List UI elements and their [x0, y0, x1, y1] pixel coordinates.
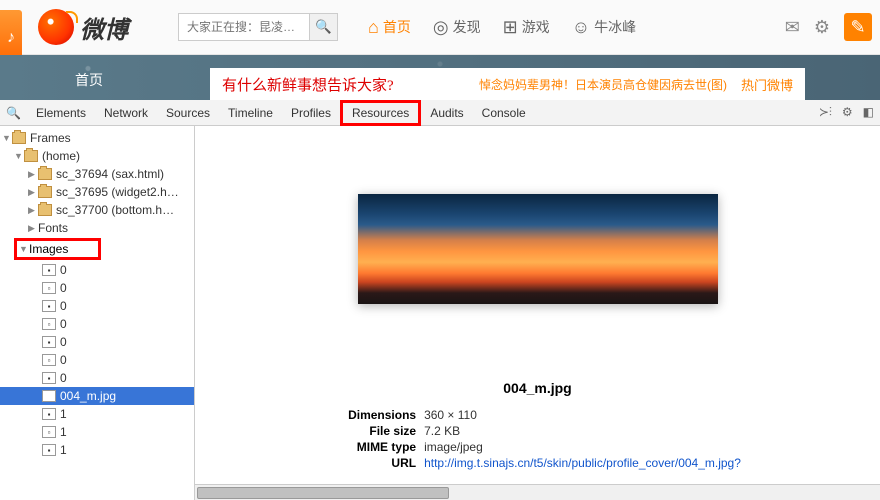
meta-value: image/jpeg: [424, 440, 483, 454]
tab-timeline[interactable]: Timeline: [219, 100, 282, 126]
settings-icon[interactable]: ⚙: [842, 105, 853, 120]
tab-resources[interactable]: Resources: [340, 100, 421, 126]
meta-url-link[interactable]: http://img.t.sinajs.cn/t5/skin/public/pr…: [424, 456, 741, 470]
tab-profiles[interactable]: Profiles: [282, 100, 340, 126]
header-actions: ✉ ⚙ ✎: [785, 13, 872, 41]
image-file-icon: ▭: [42, 390, 56, 402]
drawer-icon[interactable]: ≻⫶: [819, 105, 832, 120]
compose-prompt: 有什么新鲜事想告诉大家?: [222, 74, 394, 95]
search-button[interactable]: 🔍: [309, 14, 337, 40]
resources-tree: ▼Frames ▼(home) ▶sc_37694 (sax.html) ▶sc…: [0, 126, 195, 500]
discover-icon: ◎: [433, 17, 449, 38]
tree-image-selected[interactable]: ▭004_m.jpg: [0, 387, 194, 405]
devtools-controls: ≻⫶ ⚙ ◧: [819, 105, 874, 120]
tree-image-item[interactable]: ▪1: [0, 405, 194, 423]
search-input[interactable]: [179, 20, 309, 34]
tree-frames[interactable]: ▼Frames: [0, 129, 194, 147]
compose-button[interactable]: ✎: [844, 13, 872, 41]
tree-image-item[interactable]: ▪1: [0, 441, 194, 459]
mail-icon[interactable]: ✉: [785, 17, 800, 38]
image-file-icon: ▪: [42, 336, 56, 348]
weibo-logo-icon: [38, 9, 74, 45]
devtools-body: ▼Frames ▼(home) ▶sc_37694 (sax.html) ▶sc…: [0, 126, 880, 500]
image-file-icon: ▫: [42, 282, 56, 294]
hot-news-link[interactable]: 悼念妈妈辈男神！日本演员高仓健因病去世(图): [479, 76, 727, 93]
tree-image-item[interactable]: ▪0: [0, 297, 194, 315]
resource-preview: 004_m.jpg Dimensions360 × 110 File size7…: [195, 126, 880, 500]
meta-label: File size: [334, 424, 424, 438]
tab-sources[interactable]: Sources: [157, 100, 219, 126]
user-icon: ☺: [572, 17, 590, 38]
logo-text: 微博: [80, 10, 128, 45]
gear-icon[interactable]: ⚙: [814, 17, 830, 38]
tree-image-item[interactable]: ▫0: [0, 279, 194, 297]
tree-image-item[interactable]: ▫0: [0, 315, 194, 333]
image-metadata: 004_m.jpg Dimensions360 × 110 File size7…: [195, 372, 880, 484]
tree-image-item[interactable]: ▪0: [0, 333, 194, 351]
search-box: 🔍: [178, 13, 338, 41]
folder-icon: [38, 204, 52, 216]
tree-image-item[interactable]: ▫0: [0, 351, 194, 369]
tree-file[interactable]: ▶sc_37694 (sax.html): [0, 165, 194, 183]
tree-file[interactable]: ▶sc_37700 (bottom.h…: [0, 201, 194, 219]
banner-home-label[interactable]: 首页: [75, 70, 103, 90]
nav-discover[interactable]: ◎发现: [433, 17, 481, 38]
nav-user[interactable]: ☺牛冰峰: [572, 17, 636, 38]
image-file-icon: ▫: [42, 426, 56, 438]
dock-icon[interactable]: ◧: [863, 105, 874, 120]
image-file-icon: ▪: [42, 300, 56, 312]
meta-label: URL: [334, 456, 424, 470]
devtools-panel: 🔍 Elements Network Sources Timeline Prof…: [0, 100, 880, 500]
profile-banner: 首页 有什么新鲜事想告诉大家? 悼念妈妈辈男神！日本演员高仓健因病去世(图) 热…: [0, 55, 880, 100]
tree-image-item[interactable]: ▪0: [0, 369, 194, 387]
image-file-icon: ▫: [42, 354, 56, 366]
meta-value: 7.2 KB: [424, 424, 460, 438]
preview-image: [358, 194, 718, 304]
logo[interactable]: 微博: [38, 9, 128, 45]
folder-icon: [38, 168, 52, 180]
search-icon: 🔍: [315, 19, 332, 34]
horizontal-scrollbar[interactable]: [195, 484, 880, 500]
home-icon: ⌂: [368, 17, 379, 38]
tab-network[interactable]: Network: [95, 100, 157, 126]
nav: ⌂首页 ◎发现 ⊞游戏 ☺牛冰峰: [368, 17, 636, 38]
tree-file[interactable]: ▶sc_37695 (widget2.h…: [0, 183, 194, 201]
nav-game[interactable]: ⊞游戏: [503, 17, 550, 38]
image-file-icon: ▪: [42, 372, 56, 384]
image-preview-area: [195, 126, 880, 372]
folder-icon: [24, 150, 38, 162]
image-file-icon: ▫: [42, 318, 56, 330]
tab-audits[interactable]: Audits: [421, 100, 472, 126]
meta-label: MIME type: [334, 440, 424, 454]
folder-icon: [12, 132, 26, 144]
preview-filename: 004_m.jpg: [195, 380, 880, 396]
nav-home[interactable]: ⌂首页: [368, 17, 411, 38]
devtools-tabs: 🔍 Elements Network Sources Timeline Prof…: [0, 100, 880, 126]
hot-weibo-link[interactable]: 热门微博: [741, 75, 793, 94]
image-file-icon: ▪: [42, 408, 56, 420]
tree-image-item[interactable]: ▫1: [0, 423, 194, 441]
tree-fonts[interactable]: ▶Fonts: [0, 219, 194, 237]
image-file-icon: ▪: [42, 444, 56, 456]
meta-label: Dimensions: [334, 408, 424, 422]
tab-elements[interactable]: Elements: [27, 100, 95, 126]
tab-console[interactable]: Console: [473, 100, 535, 126]
meta-value: 360 × 110: [424, 408, 477, 422]
weibo-header: 微博 🔍 ⌂首页 ◎发现 ⊞游戏 ☺牛冰峰 ✉ ⚙ ✎: [0, 0, 880, 55]
game-icon: ⊞: [503, 17, 518, 38]
tree-images-highlighted[interactable]: ▼Images: [14, 238, 101, 260]
folder-icon: [38, 186, 52, 198]
compose-card: 有什么新鲜事想告诉大家? 悼念妈妈辈男神！日本演员高仓健因病去世(图) 热门微博: [210, 68, 805, 100]
image-file-icon: ▪: [42, 264, 56, 276]
devtools-search-icon[interactable]: 🔍: [6, 106, 21, 120]
tree-image-item[interactable]: ▪0: [0, 261, 194, 279]
tree-home[interactable]: ▼(home): [0, 147, 194, 165]
